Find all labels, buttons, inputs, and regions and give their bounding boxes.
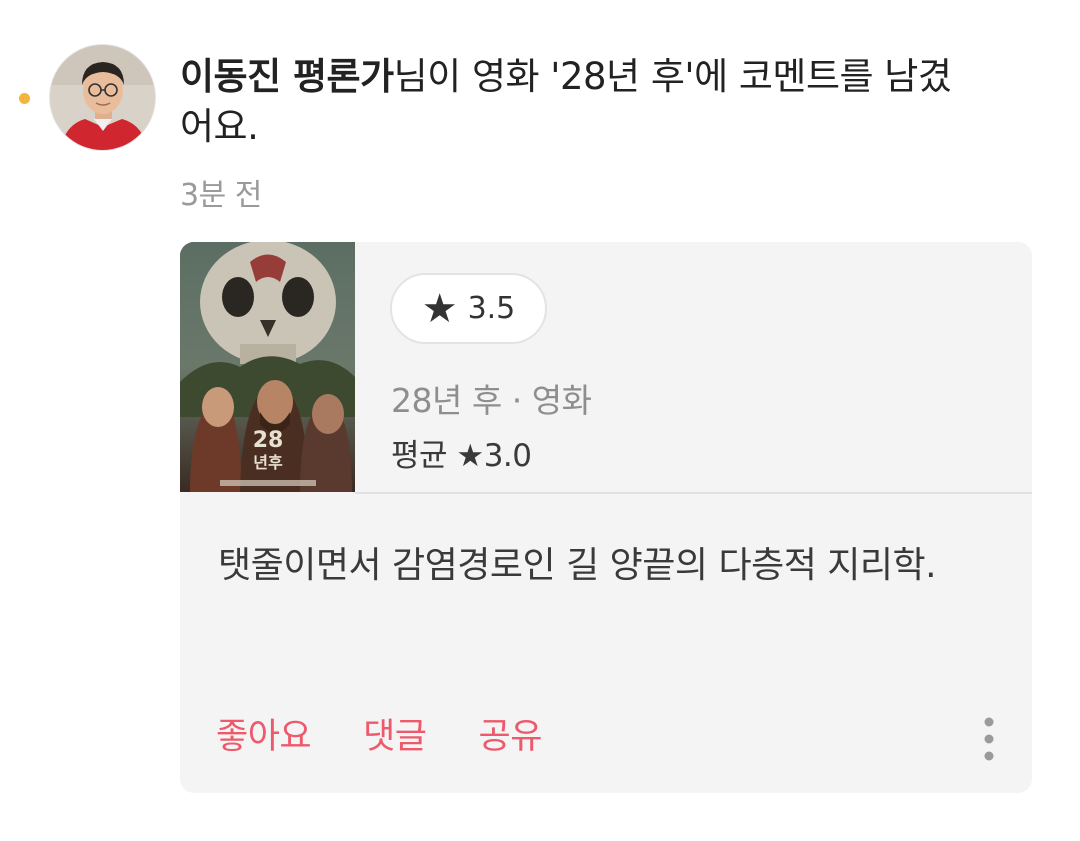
notification-headline[interactable]: 이동진 평론가님이 영화 '28년 후'에 코멘트를 남겼어요. <box>180 52 980 152</box>
average-label: 평균 <box>391 438 448 474</box>
star-icon: ★ <box>421 285 458 332</box>
poster-image: 28 년후 <box>180 242 355 492</box>
avatar[interactable] <box>49 44 156 151</box>
timestamp: 3분 전 <box>180 178 262 213</box>
share-button[interactable]: 공유 <box>479 708 543 759</box>
reply-button[interactable]: 댓글 <box>363 708 427 759</box>
comment-card[interactable]: 28 년후 ★ 3.5 28년 후 · 영화 평균 ★3.0 탯줄이면서 감염경로인… <box>180 242 1032 793</box>
average-value: ★3.0 <box>456 438 532 474</box>
my-rating-value: 3.5 <box>467 291 516 326</box>
like-button[interactable]: 좋아요 <box>216 708 312 759</box>
more-options-icon[interactable] <box>982 716 996 762</box>
action-bar: 좋아요 댓글 공유 <box>216 708 542 759</box>
movie-category: 영화 <box>531 381 592 420</box>
card-divider <box>355 492 1032 494</box>
movie-poster[interactable]: 28 년후 <box>180 242 355 492</box>
my-rating-badge[interactable]: ★ 3.5 <box>390 273 547 344</box>
comment-text[interactable]: 탯줄이면서 감염경로인 길 양끝의 다층적 지리학. <box>218 540 978 592</box>
avatar-image <box>50 45 155 150</box>
author-name[interactable]: 이동진 평론가 <box>180 55 394 98</box>
svg-text:년후: 년후 <box>253 453 283 472</box>
meta-separator: · <box>511 381 523 420</box>
unread-indicator-dot <box>19 93 30 104</box>
movie-meta[interactable]: 28년 후 · 영화 <box>391 374 592 422</box>
average-rating: 평균 ★3.0 <box>391 430 532 475</box>
svg-text:28: 28 <box>253 428 284 453</box>
movie-title: 28년 후 <box>391 381 502 420</box>
